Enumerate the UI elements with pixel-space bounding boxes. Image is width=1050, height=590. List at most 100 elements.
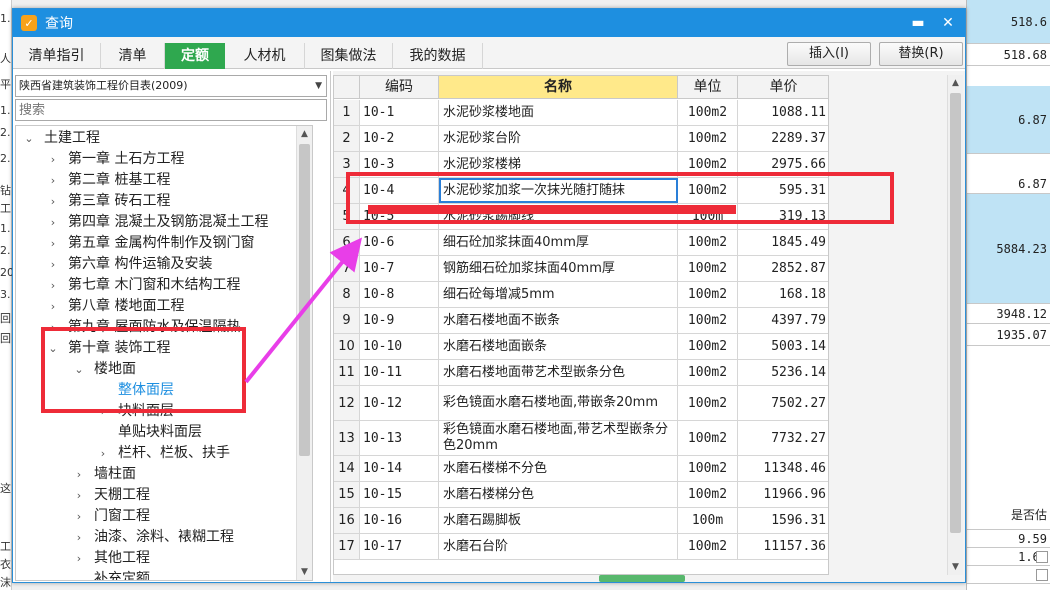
header-name[interactable]: 名称 [439,76,678,98]
tree-node[interactable]: › 第二章 桩基工程 [46,170,171,191]
tree-node-label: 天棚工程 [94,487,150,503]
tree-node[interactable]: › 其他工程 [72,548,150,569]
tree-node[interactable]: › 天棚工程 [72,485,150,506]
tree-node[interactable]: 整体面层 [96,380,174,401]
table-row[interactable]: 8 10-8 细石砼每增减5mm 100m2 168.18 [334,282,828,308]
scrollbar-thumb[interactable] [299,144,310,456]
tree-node[interactable]: › 第三章 砖石工程 [46,191,171,212]
tree-node[interactable]: ⌄ 楼地面 [72,359,136,380]
scroll-down-icon[interactable]: ▼ [948,559,963,575]
tree-node[interactable]: › 块料面层 [96,401,174,422]
tree-node[interactable]: ⌄ 第十章 装饰工程 [46,338,170,359]
chevron-right-icon[interactable]: › [46,212,60,233]
tree-node[interactable]: › 墙柱面 [72,464,136,485]
title-bar[interactable]: ✓ 查询 ▬ ✕ [13,9,965,37]
table-row[interactable]: 16 10-16 水磨石踢脚板 100m 1596.31 [334,508,828,534]
minimize-button[interactable]: ▬ [907,13,929,33]
chevron-down-icon[interactable]: ▼ [315,76,322,96]
tree-node[interactable]: 补充定额 [72,569,150,580]
tree-node[interactable]: › 第六章 构件运输及安装 [46,254,213,275]
chevron-right-icon[interactable]: › [96,401,110,422]
header-price[interactable]: 单价 [738,76,828,98]
tree-node[interactable]: › 油漆、涂料、裱糊工程 [72,527,234,548]
background-checkbox[interactable] [1036,569,1048,581]
chevron-right-icon[interactable]: › [46,317,60,338]
chevron-down-icon[interactable]: ⌄ [46,338,60,359]
tab-my-data[interactable]: 我的数据 [393,43,483,69]
chevron-right-icon[interactable]: › [46,254,60,275]
chevron-right-icon[interactable]: › [72,548,86,569]
chevron-right-icon[interactable]: › [72,464,86,485]
table-row[interactable]: 14 10-14 水磨石楼梯不分色 100m2 11348.46 [334,456,828,482]
row-unit: 100m2 [678,534,738,559]
background-checkbox[interactable] [1036,551,1048,563]
table-row[interactable]: 2 10-2 水泥砂浆台阶 100m2 2289.37 [334,126,828,152]
row-index: 13 [334,421,360,455]
tree-node[interactable]: › 第一章 土石方工程 [46,149,185,170]
tree-node[interactable]: › 第九章 屋面防水及保温隔热 [46,317,241,338]
row-price: 11348.46 [738,456,828,481]
row-name: 水泥砂浆台阶 [439,126,678,151]
chevron-right-icon[interactable]: › [72,485,86,506]
tab-bill-guide[interactable]: 清单指引 [13,43,101,69]
scroll-up-icon[interactable]: ▲ [948,75,963,91]
chevron-right-icon[interactable]: › [96,443,110,464]
tree-node-label: 栏杆、栏板、扶手 [118,445,230,461]
header-code[interactable]: 编码 [360,76,439,98]
splitter-handle[interactable] [599,575,685,582]
table-row[interactable]: 10 10-10 水磨石楼地面嵌条 100m2 5003.14 [334,334,828,360]
search-input[interactable] [15,99,327,121]
table-row[interactable]: 3 10-3 水泥砂浆楼梯 100m2 2975.66 [334,152,828,178]
tree-node[interactable]: › 第七章 木门窗和木结构工程 [46,275,241,296]
tab-labor-material[interactable]: 人材机 [225,43,305,69]
header-unit[interactable]: 单位 [678,76,738,98]
tree-node[interactable]: › 第四章 混凝土及钢筋混凝土工程 [46,212,269,233]
chevron-right-icon[interactable]: › [46,296,60,317]
chevron-right-icon[interactable]: › [46,149,60,170]
scrollbar-thumb[interactable] [950,93,961,533]
chevron-right-icon[interactable]: › [46,275,60,296]
background-text: 回 [0,312,11,325]
tree-node[interactable]: › 栏杆、栏板、扶手 [96,443,230,464]
table-row[interactable]: 9 10-9 水磨石楼地面不嵌条 100m2 4397.79 [334,308,828,334]
row-price: 2852.87 [738,256,828,281]
chevron-right-icon[interactable]: › [72,527,86,548]
table-row[interactable]: 12 10-12 彩色镜面水磨石楼地面,带嵌条20mm 100m2 7502.27 [334,386,828,421]
scroll-down-icon[interactable]: ▼ [297,564,312,580]
table-row[interactable]: 1 10-1 水泥砂浆楼地面 100m2 1088.11 [334,100,828,126]
tree-scrollbar[interactable]: ▲ ▼ [296,126,312,580]
replace-button[interactable]: 替换(R) [879,42,963,66]
table-row[interactable]: 15 10-15 水磨石楼梯分色 100m2 11966.96 [334,482,828,508]
chevron-right-icon[interactable]: › [46,233,60,254]
row-code: 10-13 [360,421,439,455]
chevron-right-icon[interactable]: › [46,191,60,212]
table-row[interactable]: 11 10-11 水磨石楼地面带艺术型嵌条分色 100m2 5236.14 [334,360,828,386]
row-unit: 100m2 [678,126,738,151]
tab-atlas-method[interactable]: 图集做法 [305,43,393,69]
table-row[interactable]: 17 10-17 水磨石台阶 100m2 11157.36 [334,534,828,560]
insert-button[interactable]: 插入(I) [787,42,871,66]
chevron-down-icon[interactable]: ⌄ [72,359,86,380]
table-row[interactable]: 6 10-6 细石砼加浆抹面40mm厚 100m2 1845.49 [334,230,828,256]
grid-scrollbar[interactable]: ▲ ▼ [947,75,963,575]
scroll-up-icon[interactable]: ▲ [297,126,312,142]
tab-quota[interactable]: 定额 [165,43,225,69]
chevron-down-icon[interactable]: ⌄ [22,128,36,149]
table-row[interactable]: 7 10-7 钢筋细石砼加浆抹面40mm厚 100m2 2852.87 [334,256,828,282]
table-row[interactable]: 5 10-5 水泥砂浆踢脚线 100m 319.13 [334,204,828,230]
table-row[interactable]: 13 10-13 彩色镜面水磨石楼地面,带艺术型嵌条分色20mm 100m2 7732.… [334,421,828,456]
tree-node[interactable]: ⌄ 土建工程 [22,128,100,149]
tree-node[interactable]: 单贴块料面层 [96,422,202,443]
close-button[interactable]: ✕ [937,13,959,33]
chevron-right-icon[interactable]: › [46,170,60,191]
row-price: 1845.49 [738,230,828,255]
row-index: 12 [334,386,360,420]
tree-node[interactable]: › 门窗工程 [72,506,150,527]
quota-grid: 编码 名称 单位 单价 1 10-1 水泥砂浆楼地面 100m2 1088.11 2 10-… [333,75,829,575]
tree-node[interactable]: › 第五章 金属构件制作及钢门窗 [46,233,255,254]
chevron-right-icon[interactable]: › [72,506,86,527]
library-select[interactable]: 陕西省建筑装饰工程价目表(2009) ▼ [15,75,327,97]
tree-node[interactable]: › 第八章 楼地面工程 [46,296,185,317]
table-row[interactable]: 4 10-4 水泥砂浆加浆一次抹光随打随抹 100m2 595.31 [334,178,828,204]
tab-bill[interactable]: 清单 [101,43,165,69]
